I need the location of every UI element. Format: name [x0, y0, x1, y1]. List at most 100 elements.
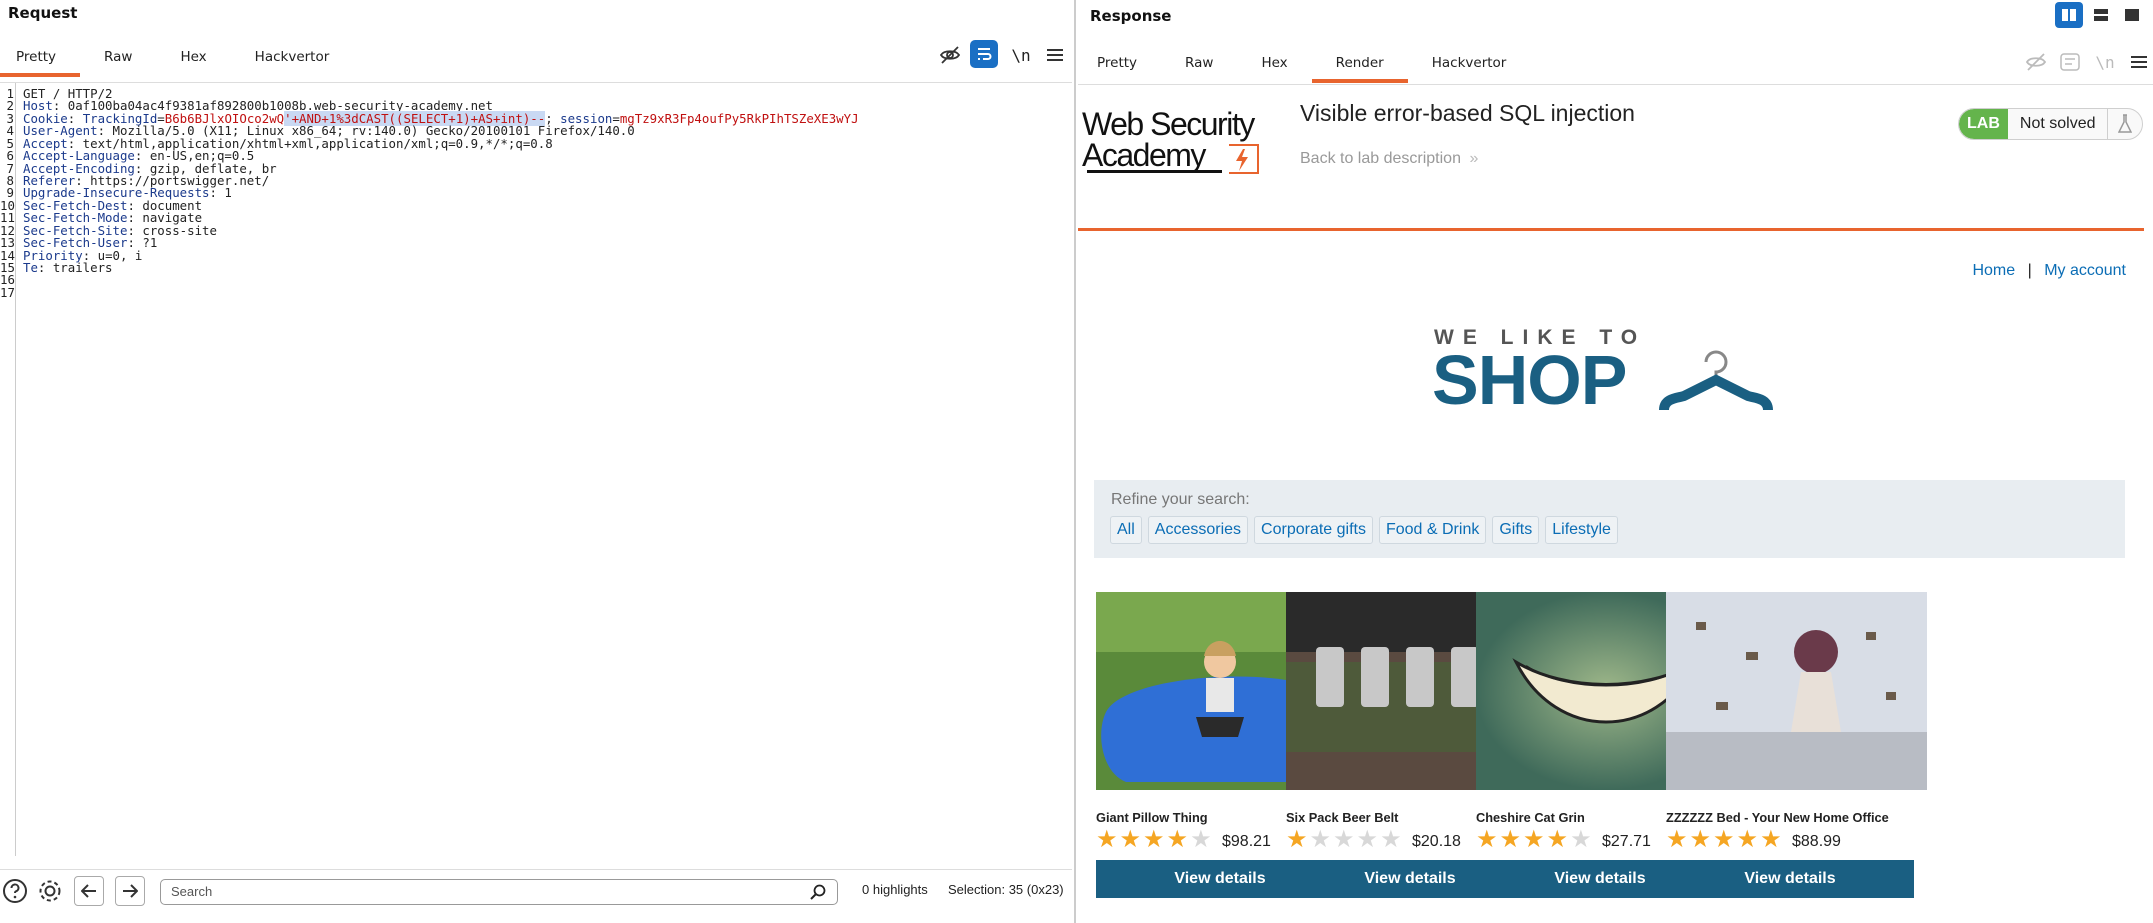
web-security-academy-logo[interactable]: Web Security Academy [1082, 106, 1282, 200]
star-filled-icon: ★ [1689, 826, 1712, 853]
help-icon[interactable] [0, 876, 30, 906]
product-rating: ★★★★★ [1096, 828, 1214, 852]
star-empty-icon: ★ [1356, 826, 1379, 853]
tab-raw[interactable]: Raw [1161, 43, 1237, 83]
tab-hackvertor[interactable]: Hackvertor [231, 37, 354, 77]
search-input[interactable]: Search [160, 879, 838, 905]
star-filled-icon: ★ [1666, 826, 1688, 853]
lab-title: Visible error-based SQL injection [1300, 100, 1635, 126]
filter-corporate-gifts[interactable]: Corporate gifts [1254, 516, 1373, 544]
burp-repeater-window: Request Pretty Raw Hex Hackvertor \n 1 GET /… [0, 0, 2153, 923]
menu-icon[interactable] [2124, 47, 2153, 77]
tab-render[interactable]: Render [1311, 43, 1408, 83]
menu-icon[interactable] [1040, 40, 1070, 70]
tab-hex[interactable]: Hex [156, 37, 230, 77]
flask-icon [2108, 114, 2142, 134]
star-filled-icon: ★ [1523, 826, 1545, 853]
request-bottom-bar: Search 0 highlights Selection: 35 (0x23) [0, 869, 1072, 911]
settings-gear-icon[interactable] [35, 876, 65, 906]
layout-stacked-icon[interactable] [2087, 2, 2115, 28]
word-wrap-icon[interactable] [2055, 47, 2085, 77]
star-filled-icon: ★ [1760, 826, 1782, 853]
lab-tag: LAB [1959, 109, 2008, 139]
product-price: $88.99 [1792, 833, 1841, 850]
tab-pretty[interactable]: Pretty [1073, 43, 1161, 83]
home-link[interactable]: Home [1972, 262, 2015, 279]
product-rating: ★★★★★ [1476, 828, 1594, 852]
product-price: $27.71 [1602, 833, 1651, 850]
product-name: Cheshire Cat Grin [1476, 810, 1585, 825]
lab-status-text: Not solved [2019, 115, 2096, 132]
my-account-link[interactable]: My account [2044, 262, 2126, 279]
star-filled-icon: ★ [1546, 826, 1569, 853]
back-to-lab-description-link[interactable]: Back to lab description » [1300, 150, 1478, 168]
lab-status-badge: LAB Not solved [1958, 108, 2144, 140]
filter-all[interactable]: All [1110, 516, 1142, 544]
star-filled-icon: ★ [1119, 826, 1142, 853]
star-empty-icon: ★ [1190, 826, 1212, 853]
product-name: Six Pack Beer Belt [1286, 810, 1399, 825]
word-wrap-icon[interactable] [970, 40, 998, 68]
refine-search-panel: Refine your search: All Accessories Corpor… [1094, 480, 2125, 558]
logo-line2: Academy [1082, 137, 1206, 173]
product-rating: ★★★★★ [1666, 828, 1784, 852]
back-arrow-icon[interactable] [74, 876, 104, 906]
star-filled-icon: ★ [1713, 826, 1735, 853]
product-price: $98.21 [1222, 833, 1271, 850]
request-pane-title: Request [8, 4, 78, 22]
request-editor[interactable]: 1 GET / HTTP/2 2 Host: 0af100ba04ac4f9381af… [0, 82, 1072, 856]
rendered-page: Web Security Academy Visible error-based… [1078, 86, 2144, 916]
tab-hackvertor[interactable]: Hackvertor [1408, 43, 1531, 83]
shop-banner-title: SHOP [1432, 341, 1627, 419]
star-filled-icon: ★ [1286, 826, 1308, 853]
highlights-count: 0 highlights [862, 882, 928, 897]
star-filled-icon: ★ [1736, 826, 1759, 853]
filter-gifts[interactable]: Gifts [1492, 516, 1540, 544]
tab-underline [1078, 84, 2153, 85]
category-filters: All Accessories Corporate gifts Food & Drin… [1110, 516, 1618, 544]
top-nav: Home | My account [1972, 262, 2126, 280]
hide-nonprintable-icon[interactable] [935, 40, 965, 70]
star-empty-icon: ★ [1333, 826, 1355, 853]
layout-side-by-side-icon[interactable] [2055, 2, 2083, 28]
star-filled-icon: ★ [1499, 826, 1522, 853]
response-tabs: Pretty Raw Hex Render Hackvertor [1073, 43, 1530, 83]
star-filled-icon: ★ [1096, 826, 1118, 853]
selection-info: Selection: 35 (0x23) [948, 882, 1064, 897]
newline-toggle-icon[interactable]: \n [1006, 40, 1036, 70]
filter-accessories[interactable]: Accessories [1147, 516, 1249, 544]
filter-food-drink[interactable]: Food & Drink [1378, 516, 1487, 544]
view-details-button[interactable]: View details [1666, 860, 1914, 898]
search-icon[interactable] [805, 879, 831, 905]
line-number: 17 [0, 284, 15, 300]
star-empty-icon: ★ [1309, 826, 1332, 853]
request-tabs: Pretty Raw Hex Hackvertor [0, 37, 353, 77]
hanger-icon [1659, 350, 1773, 411]
product-price: $20.18 [1412, 833, 1461, 850]
logo-lightning-icon [1229, 144, 1259, 174]
filter-lifestyle[interactable]: Lifestyle [1545, 516, 1618, 544]
logo-underline [1087, 170, 1222, 173]
star-filled-icon: ★ [1143, 826, 1165, 853]
hide-nonprintable-icon[interactable] [2021, 47, 2051, 77]
header-divider [1078, 228, 2144, 231]
double-chevron-right-icon: » [1469, 150, 1479, 167]
refine-label: Refine your search: [1111, 491, 1250, 508]
star-filled-icon: ★ [1166, 826, 1189, 853]
pane-divider[interactable] [1074, 0, 1076, 923]
star-filled-icon: ★ [1476, 826, 1498, 853]
product-name: ZZZZZZ Bed - Your New Home Office [1666, 810, 1889, 825]
tab-raw[interactable]: Raw [80, 37, 156, 77]
request-line[interactable]: 17 [0, 284, 1070, 301]
forward-arrow-icon[interactable] [115, 876, 145, 906]
newline-toggle-icon[interactable]: \n [2090, 47, 2120, 77]
nav-separator: | [2027, 262, 2032, 279]
star-empty-icon: ★ [1380, 826, 1402, 853]
product-image[interactable] [1666, 592, 1930, 790]
tab-pretty[interactable]: Pretty [0, 37, 81, 77]
response-pane-title: Response [1090, 7, 1172, 25]
layout-single-icon[interactable] [2118, 2, 2146, 28]
shop-banner: WE LIKE TO SHOP [1432, 326, 1834, 436]
product-name: Giant Pillow Thing [1096, 810, 1208, 825]
tab-hex[interactable]: Hex [1237, 43, 1311, 83]
